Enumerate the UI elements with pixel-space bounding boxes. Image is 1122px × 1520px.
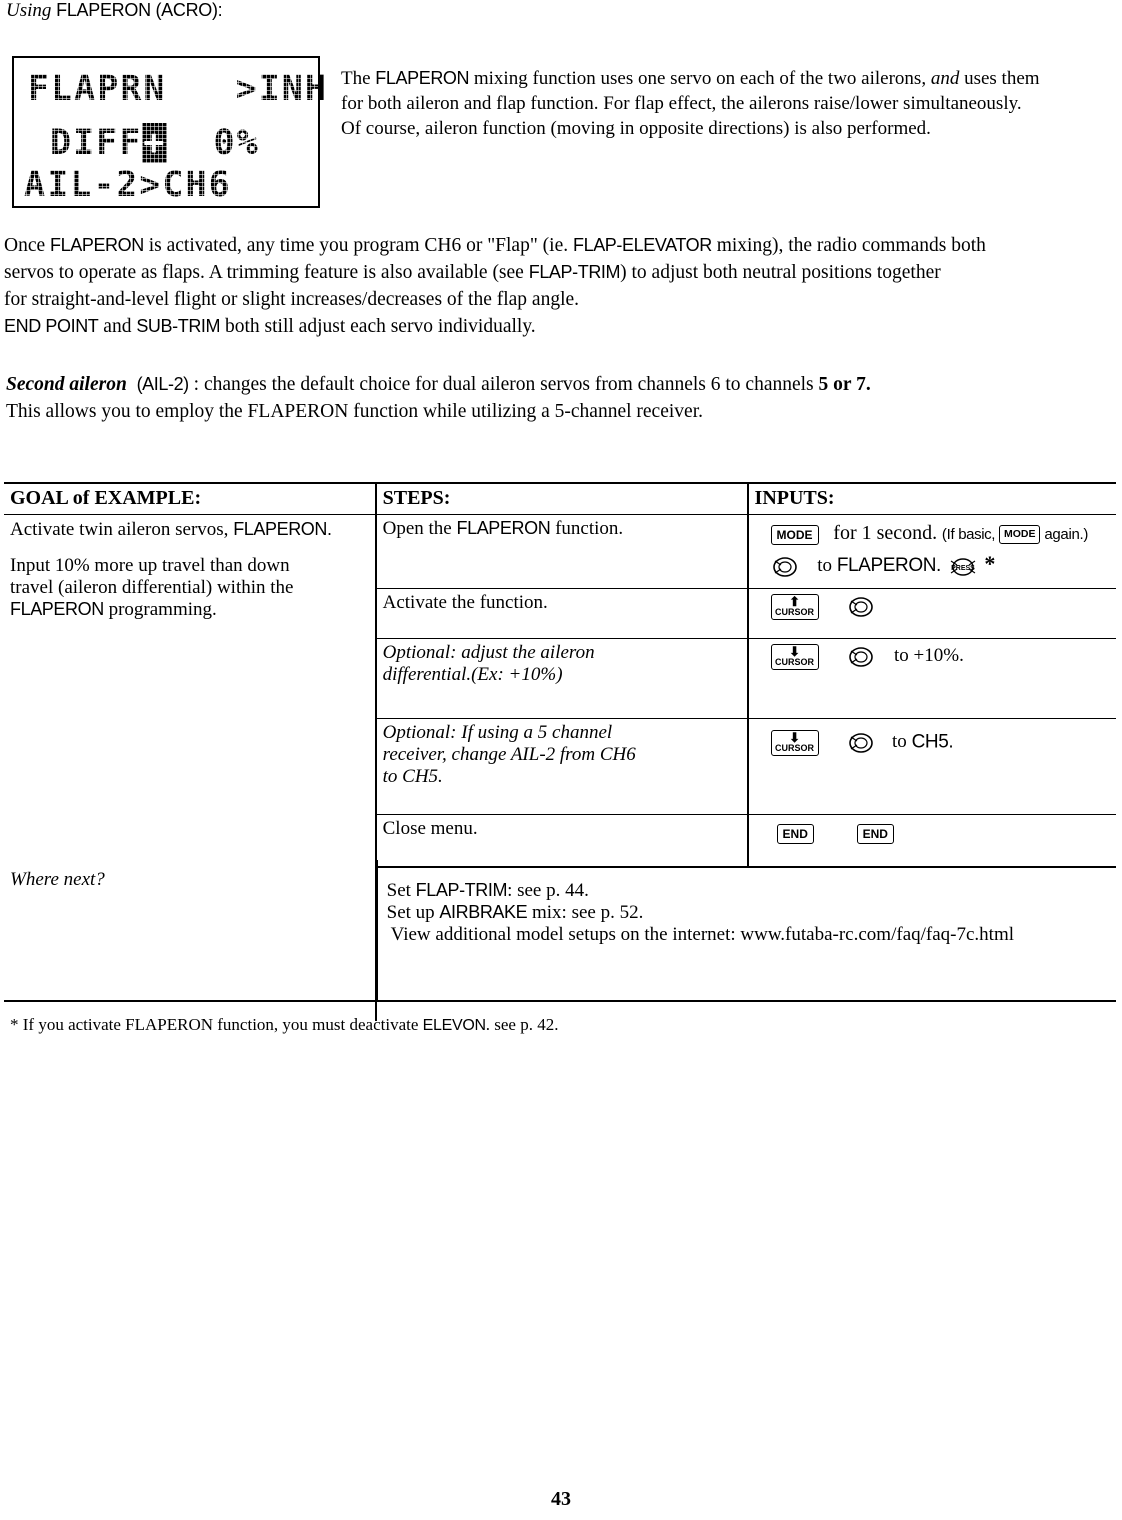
goal-line-3: travel (aileron differential) within the <box>10 577 294 598</box>
example-table: GOAL of EXAMPLE: STEPS: INPUTS: Activate… <box>4 482 1116 1021</box>
where-next-line-3: View additional model setups on the inte… <box>390 924 1015 945</box>
dial-icon[interactable] <box>847 596 875 618</box>
goal-line-4: FLAPERON programming. <box>10 599 217 620</box>
dial-icon[interactable] <box>771 556 799 578</box>
cursor-down-arrow-icon: ⬇ <box>789 644 800 659</box>
step-4-line-3: to CH5. <box>382 766 443 787</box>
header-inputs: INPUTS: <box>747 482 1116 515</box>
goal-line-2: Input 10% more up travel than down <box>10 555 290 576</box>
where-next-row: Where next? Set FLAP-TRIM: see p. 44. Se… <box>4 867 1116 1021</box>
input-4-text-a: to <box>892 731 912 753</box>
intro-seg-1: The <box>341 68 376 89</box>
lcd-line-1: FLAPRN >INH <box>28 69 328 109</box>
input-cell-2: ⬆ CURSOR <box>747 588 1116 639</box>
cursor-key-label-3: CURSOR <box>775 657 815 667</box>
input-1-text: for 1 second. <box>833 522 938 544</box>
header-steps: STEPS: <box>375 482 749 515</box>
input-4-ch5: CH5. <box>911 731 954 753</box>
body-paragraph-2: Second aileron (AIL-2) : changes the def… <box>6 371 1122 425</box>
step-cell-4: Optional: If using a 5 channel receiver,… <box>375 718 749 815</box>
cursor-down-key-icon[interactable]: ⬇ CURSOR <box>770 730 819 756</box>
step-4-line-1: Optional: If using a 5 channel <box>382 722 613 743</box>
intro-paragraph: The FLAPERON mixing function uses one se… <box>341 66 1122 141</box>
para2-second-aileron-label: Second aileron <box>6 374 127 395</box>
input-2-flaperon: FLAPERON. <box>836 555 941 576</box>
intro-seg-2: mixing function uses one servo on each o… <box>469 68 931 89</box>
para1-line-3: for straight-and-level flight or slight … <box>4 289 580 310</box>
page-number: 43 <box>551 1488 571 1510</box>
goal-cell: Activate twin aileron servos, FLAPERON. … <box>4 514 377 867</box>
document-page: Using FLAPERON (ACRO): FLAPRN >INH DIFF+… <box>0 0 1122 1520</box>
para2-channels-bold: 5 or 7. <box>818 374 871 395</box>
header-goal: GOAL of EXAMPLE: <box>4 482 377 515</box>
cursor-down-arrow-icon: ⬇ <box>789 730 800 745</box>
intro-italic-and: and <box>930 68 960 89</box>
table-row: Activate twin aileron servos, FLAPERON. … <box>4 514 1116 867</box>
table-bottom-rule <box>4 1000 1116 1002</box>
body-paragraph-1: Once FLAPERON is activated, any time you… <box>4 232 1122 340</box>
where-next-label: Where next? <box>4 867 377 1021</box>
table-header-row: GOAL of EXAMPLE: STEPS: INPUTS: <box>4 482 1116 515</box>
lcd-line-2: DIFF+ 0% <box>50 123 260 163</box>
dial-icon[interactable] <box>847 646 875 668</box>
input-1-paren-b: , <box>991 526 999 543</box>
cursor-up-arrow-icon: ⬆ <box>789 594 800 609</box>
mode-key-icon[interactable]: MODE <box>770 524 819 545</box>
input-2-text-a: to <box>817 555 837 576</box>
input-1-paren-a: (If <box>941 526 959 543</box>
intro-seg-3: uses them <box>959 68 1040 89</box>
end-key-icon-2[interactable]: END <box>856 823 894 844</box>
page-title: Using FLAPERON (ACRO): <box>6 0 223 22</box>
end-key-icon[interactable]: END <box>776 823 814 844</box>
intro-cond-flaperon: FLAPERON <box>375 68 470 88</box>
para2-ail2-label: (AIL-2) <box>136 374 190 394</box>
step-3-line-1: Optional: adjust the aileron <box>382 642 595 663</box>
where-next-line-1: Set FLAP-TRIM: see p. 44. <box>386 880 589 901</box>
step-3-line-2: differential.(Ex: +10%) <box>382 664 563 685</box>
footnote-text-b: . see p. 42. <box>485 1015 559 1034</box>
input-cell-4: ⬇ CURSOR to CH5. <box>747 718 1116 815</box>
where-next-vertical-rule <box>376 860 378 1002</box>
input-cell-1: MODE for 1 second. (If basic, MODE again… <box>747 514 1116 589</box>
lcd-line-3: AIL-2>CH6 <box>24 165 232 205</box>
cursor-up-key-icon[interactable]: ⬆ CURSOR <box>770 594 819 620</box>
mode-key-icon-2[interactable]: MODE <box>998 525 1041 544</box>
where-next-content: Set FLAP-TRIM: see p. 44. Set up AIRBRAK… <box>376 867 1116 1021</box>
footnote-elevon: ELEVON <box>422 1017 486 1034</box>
para1-line-4: END POINT and SUB-TRIM both still adjust… <box>4 316 536 337</box>
para1-line-1: Once FLAPERON is activated, any time you… <box>4 235 986 256</box>
step-cell-1: Open the FLAPERON function. <box>375 514 749 589</box>
press-icon[interactable]: PRESS <box>946 556 980 578</box>
input-1-paren-c: again.) <box>1040 526 1089 543</box>
input-1-paren-basic: basic <box>958 526 992 543</box>
step-4-line-2: receiver, change AIL-2 from CH6 <box>382 744 636 765</box>
step-cell-2: Activate the function. <box>375 588 749 639</box>
input-3-text: to +10%. <box>894 645 964 667</box>
page-title-cond: FLAPERON (ACRO): <box>56 0 223 20</box>
lcd-screen-illustration: FLAPRN >INH DIFF+ 0% AIL-2>CH6 <box>12 56 326 208</box>
dial-icon[interactable] <box>847 732 875 754</box>
input-1-asterisk: * <box>984 551 996 576</box>
footnote: * If you activate FLAPERON function, you… <box>10 1015 558 1035</box>
cursor-key-label-4: CURSOR <box>775 743 815 753</box>
lcd-cursor-highlight: + <box>142 123 168 163</box>
para2-line-2: This allows you to employ the FLAPERON f… <box>6 401 703 422</box>
goal-line-1: Activate twin aileron servos, FLAPERON. <box>10 519 332 540</box>
input-cell-5: END END <box>747 814 1116 868</box>
step-cell-5: Close menu. <box>375 814 749 868</box>
cursor-down-key-icon[interactable]: ⬇ CURSOR <box>770 644 819 670</box>
input-cell-3: ⬇ CURSOR to +10%. <box>747 638 1116 719</box>
para2-body: : changes the default choice for dual ai… <box>188 374 819 395</box>
para1-line-2: servos to operate as flaps. A trimming f… <box>4 262 941 283</box>
where-next-line-2: Set up AIRBRAKE mix: see p. 52. <box>386 902 644 923</box>
step-cell-3: Optional: adjust the aileron differentia… <box>375 638 749 719</box>
intro-line-2: for both aileron and flap function. For … <box>341 93 1022 114</box>
footnote-text-a: * If you activate FLAPERON function, you… <box>10 1015 423 1034</box>
intro-line-3: Of course, aileron function (moving in o… <box>341 118 931 139</box>
page-title-italic: Using <box>6 0 52 21</box>
cursor-key-label-2: CURSOR <box>775 607 815 617</box>
